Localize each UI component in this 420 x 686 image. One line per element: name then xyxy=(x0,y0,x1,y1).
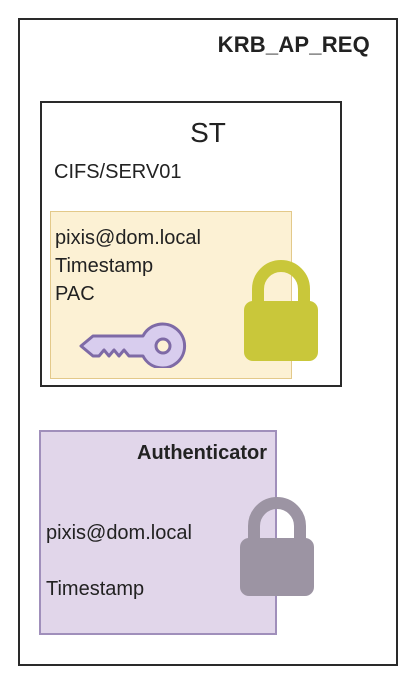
ticket-field-pac: PAC xyxy=(55,283,95,305)
service-ticket-box: ST CIFS/SERV01 pixis@dom.local Timestamp… xyxy=(40,101,342,387)
key-icon xyxy=(79,322,187,368)
service-ticket-title: ST xyxy=(190,117,226,148)
krb-ap-req-title: KRB_AP_REQ xyxy=(217,32,370,57)
ticket-field-timestamp: Timestamp xyxy=(55,255,154,277)
padlock-icon xyxy=(244,260,318,361)
service-ticket-spn: CIFS/SERV01 xyxy=(54,161,182,183)
padlock-icon xyxy=(240,497,314,596)
authenticator-title: Authenticator xyxy=(137,442,267,464)
ticket-field-user: pixis@dom.local xyxy=(55,227,201,249)
authenticator-field-user: pixis@dom.local xyxy=(46,522,192,544)
authenticator-field-timestamp: Timestamp xyxy=(46,578,145,600)
krb-ap-req-container: KRB_AP_REQ ST CIFS/SERV01 pixis@dom.loca… xyxy=(18,18,398,666)
